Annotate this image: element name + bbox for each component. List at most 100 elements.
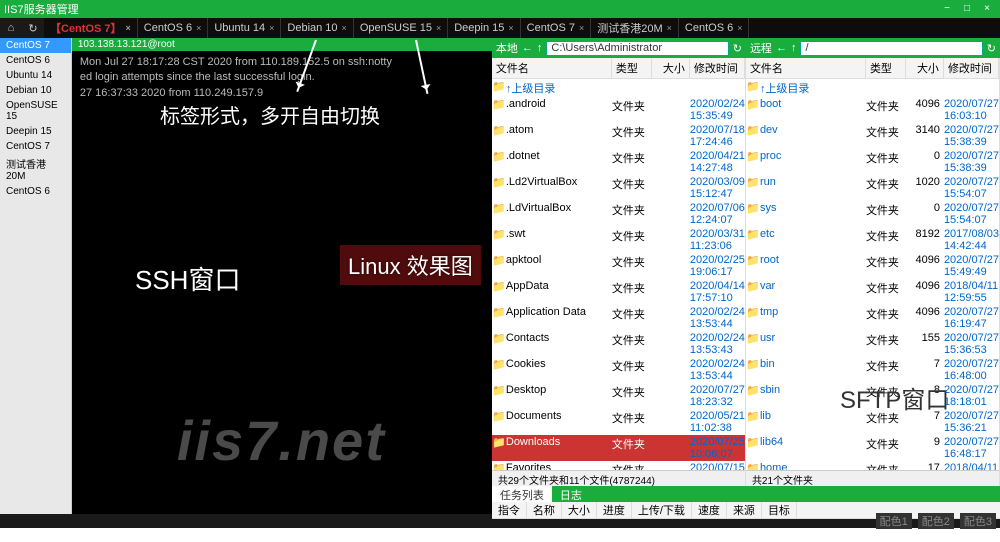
updir-row[interactable]: 📁↑上级目录 (492, 79, 745, 97)
file-row[interactable]: 📁root文件夹40962020/07/27 15:49:49 (746, 253, 999, 279)
updir-row[interactable]: 📁↑上级目录 (746, 79, 999, 97)
file-row[interactable]: 📁Favorites文件夹2020/07/15 18:15:39 (492, 461, 745, 470)
sidebar-server-item[interactable]: Ubuntu 14 (0, 68, 71, 83)
file-row[interactable]: 📁.atom文件夹2020/07/18 17:24:46 (492, 123, 745, 149)
file-row[interactable]: 📁Application Data文件夹2020/02/24 13:53:44 (492, 305, 745, 331)
sidebar-server-item[interactable]: Deepin 15 (0, 124, 71, 139)
task-col[interactable]: 目标 (762, 502, 797, 518)
minimize-button[interactable]: − (938, 2, 956, 16)
ssh-terminal[interactable]: 103.138.13.121@root Mon Jul 27 18:17:28 … (72, 38, 492, 514)
file-row[interactable]: 📁run文件夹10202020/07/27 15:54:07 (746, 175, 999, 201)
file-row[interactable]: 📁.Ld2VirtualBox文件夹2020/03/09 15:12:47 (492, 175, 745, 201)
col-size[interactable]: 大小 (652, 58, 690, 78)
file-row[interactable]: 📁Desktop文件夹2020/07/27 18:23:32 (492, 383, 745, 409)
session-tab[interactable]: OpenSUSE 15× (354, 18, 448, 38)
task-tab[interactable]: 日志 (552, 486, 590, 502)
file-row[interactable]: 📁sys文件夹02020/07/27 15:54:07 (746, 201, 999, 227)
tab-close-icon[interactable]: × (196, 23, 201, 33)
col-type[interactable]: 类型 (866, 58, 906, 78)
task-col[interactable]: 速度 (692, 502, 727, 518)
remote-path-input[interactable] (800, 41, 982, 56)
task-col[interactable]: 大小 (562, 502, 597, 518)
file-row[interactable]: 📁Contacts文件夹2020/02/24 13:53:43 (492, 331, 745, 357)
refresh-icon[interactable]: ↻ (733, 42, 742, 55)
folder-icon: 📁 (492, 436, 506, 460)
color-scheme-2[interactable]: 配色2 (918, 513, 954, 529)
folder-icon: 📁 (746, 176, 760, 200)
session-tab[interactable]: Deepin 15× (448, 18, 520, 38)
file-row[interactable]: 📁.swt文件夹2020/03/31 11:23:06 (492, 227, 745, 253)
session-tab[interactable]: Debian 10× (281, 18, 353, 38)
tab-close-icon[interactable]: × (436, 23, 441, 33)
col-date[interactable]: 修改时间 (944, 58, 999, 78)
session-tab[interactable]: 测试香港20M× (591, 18, 679, 38)
task-col[interactable]: 名称 (527, 502, 562, 518)
nav-up-icon[interactable]: ↑ (791, 42, 797, 54)
file-row[interactable]: 📁AppData文件夹2020/04/14 17:57:10 (492, 279, 745, 305)
tab-home-icon[interactable]: ⌂ (0, 18, 22, 38)
session-tab[interactable]: CentOS 6× (138, 18, 209, 38)
task-col[interactable]: 指令 (492, 502, 527, 518)
file-row[interactable]: 📁.LdVirtualBox文件夹2020/07/06 12:24:07 (492, 201, 745, 227)
session-tab[interactable]: CentOS 6× (679, 18, 750, 38)
tab-close-icon[interactable]: × (667, 23, 672, 33)
sidebar-server-item[interactable]: 测试香港20M (0, 154, 71, 184)
sidebar-server-item[interactable]: OpenSUSE 15 (0, 98, 71, 124)
file-row[interactable]: 📁.dotnet文件夹2020/04/21 14:27:48 (492, 149, 745, 175)
col-size[interactable]: 大小 (906, 58, 944, 78)
sidebar-server-item[interactable]: Debian 10 (0, 83, 71, 98)
tab-refresh-icon[interactable]: ↻ (22, 18, 44, 38)
file-row[interactable]: 📁proc文件夹02020/07/27 15:38:39 (746, 149, 999, 175)
file-row[interactable]: 📁etc文件夹81922017/08/03 14:42:44 (746, 227, 999, 253)
file-row[interactable]: 📁lib64文件夹92020/07/27 16:48:17 (746, 435, 999, 461)
task-col[interactable]: 来源 (727, 502, 762, 518)
tab-close-icon[interactable]: × (737, 23, 742, 33)
file-row[interactable]: 📁bin文件夹72020/07/27 16:48:00 (746, 357, 999, 383)
file-row[interactable]: 📁Documents文件夹2020/05/21 11:02:38 (492, 409, 745, 435)
folder-icon: 📁 (746, 150, 760, 174)
session-tab[interactable]: Ubuntu 14× (208, 18, 281, 38)
nav-back-icon[interactable]: ← (776, 42, 787, 54)
col-type[interactable]: 类型 (612, 58, 652, 78)
file-row[interactable]: 📁usr文件夹1552020/07/27 15:36:53 (746, 331, 999, 357)
nav-back-icon[interactable]: ← (522, 42, 533, 54)
task-tab[interactable]: 任务列表 (492, 486, 552, 502)
refresh-icon[interactable]: ↻ (987, 42, 996, 55)
sidebar-server-item[interactable]: CentOS 6 (0, 184, 71, 199)
color-scheme-1[interactable]: 配色1 (876, 513, 912, 529)
file-row[interactable]: 📁Cookies文件夹2020/02/24 13:53:44 (492, 357, 745, 383)
file-row[interactable]: 📁Downloads文件夹2020/07/25 10:06:07 (492, 435, 745, 461)
maximize-button[interactable]: □ (958, 2, 976, 16)
close-button[interactable]: × (978, 2, 996, 16)
nav-up-icon[interactable]: ↑ (537, 42, 543, 54)
col-date[interactable]: 修改时间 (690, 58, 745, 78)
folder-icon: 📁 (746, 228, 760, 252)
col-name[interactable]: 文件名 (492, 58, 612, 78)
sidebar-server-item[interactable]: CentOS 7 (0, 139, 71, 154)
file-row[interactable]: 📁apktool文件夹2020/02/25 19:06:17 (492, 253, 745, 279)
task-col[interactable]: 进度 (597, 502, 632, 518)
task-col[interactable]: 上传/下载 (632, 502, 692, 518)
file-row[interactable]: 📁dev文件夹31402020/07/27 15:38:39 (746, 123, 999, 149)
file-row[interactable]: 📁var文件夹40962018/04/11 12:59:55 (746, 279, 999, 305)
session-tab[interactable]: CentOS 7× (521, 18, 592, 38)
file-row[interactable]: 📁tmp文件夹40962020/07/27 16:19:47 (746, 305, 999, 331)
file-row[interactable]: 📁.android文件夹2020/02/24 15:35:49 (492, 97, 745, 123)
tab-close-icon[interactable]: × (508, 23, 513, 33)
tab-close-icon[interactable]: × (126, 23, 131, 33)
tab-close-icon[interactable]: × (269, 23, 274, 33)
col-name[interactable]: 文件名 (746, 58, 866, 78)
folder-icon: 📁 (492, 254, 506, 278)
session-tab[interactable]: 【CentOS 7】× (44, 18, 138, 38)
sidebar-server-item[interactable]: CentOS 7 (0, 38, 71, 53)
folder-icon: 📁 (746, 124, 760, 148)
tab-close-icon[interactable]: × (579, 23, 584, 33)
file-row[interactable]: 📁boot文件夹40962020/07/27 16:03:10 (746, 97, 999, 123)
file-row[interactable]: 📁sbin文件夹82020/07/27 18:18:01 (746, 383, 999, 409)
file-row[interactable]: 📁home文件夹172018/04/11 12:59:55 (746, 461, 999, 470)
local-path-input[interactable] (546, 41, 728, 56)
tab-close-icon[interactable]: × (342, 23, 347, 33)
sidebar-server-item[interactable]: CentOS 6 (0, 53, 71, 68)
file-row[interactable]: 📁lib文件夹72020/07/27 15:36:21 (746, 409, 999, 435)
color-scheme-3[interactable]: 配色3 (960, 513, 996, 529)
